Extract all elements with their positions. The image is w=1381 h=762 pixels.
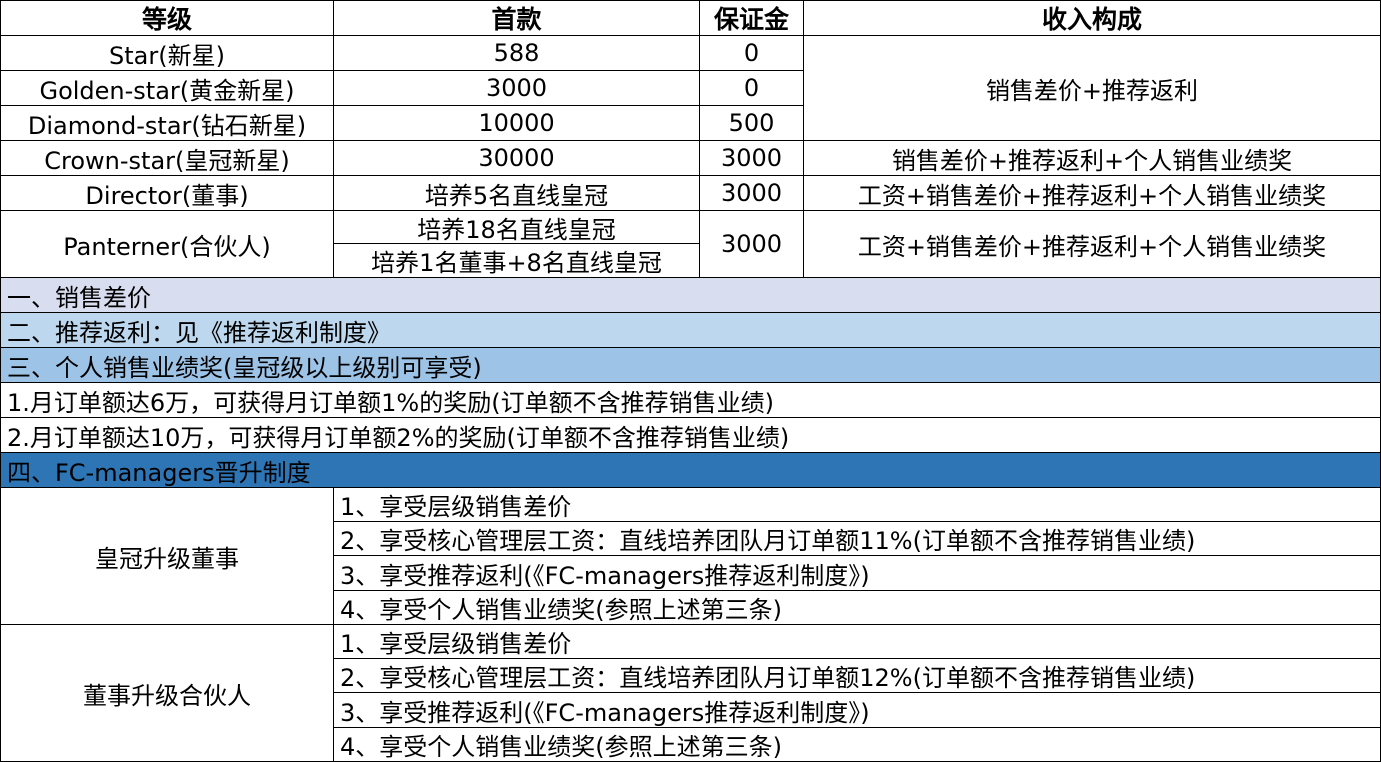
- tier-name-partner: Panterner(合伙人): [0, 211, 334, 278]
- section-2-title: 二、推荐返利：见《推荐返利制度》: [0, 313, 1381, 348]
- tier-deposit-partner: 3000: [700, 211, 804, 278]
- tier-name-crown-star: Crown-star(皇冠新星): [0, 141, 334, 176]
- section-1-title: 一、销售差价: [0, 278, 1381, 313]
- income-first-three: 销售差价+推荐返利: [804, 36, 1381, 141]
- income-director: 工资+销售差价+推荐返利+个人销售业绩奖: [804, 176, 1381, 211]
- tier-down-payment-partner-b: 培养1名董事+8名直线皇冠: [334, 244, 700, 278]
- promotion-item: 2、享受核心管理层工资：直线培养团队月订单额12%(订单额不含推荐销售业绩): [334, 659, 1381, 693]
- tier-deposit-diamond-star: 500: [700, 106, 804, 141]
- promotion-item: 1、享受层级销售差价: [334, 625, 1381, 659]
- promotion-item: 3、享受推荐返利(《FC-managers推荐返利制度》): [334, 556, 1381, 591]
- promotion-item: 4、享受个人销售业绩奖(参照上述第三条): [334, 728, 1381, 762]
- header-down-payment: 首款: [334, 0, 700, 36]
- promotion-item: 3、享受推荐返利(《FC-managers推荐返利制度》): [334, 693, 1381, 728]
- tier-deposit-golden-star: 0: [700, 71, 804, 106]
- tier-name-director: Director(董事): [0, 176, 334, 211]
- tier-down-payment-star: 588: [334, 36, 700, 71]
- income-partner: 工资+销售差价+推荐返利+个人销售业绩奖: [804, 211, 1381, 278]
- header-deposit: 保证金: [700, 0, 804, 36]
- header-level: 等级: [0, 0, 334, 36]
- header-income: 收入构成: [804, 0, 1381, 36]
- tier-down-payment-diamond-star: 10000: [334, 106, 700, 141]
- section-3-item: 1.月订单额达6万，可获得月订单额1%的奖励(订单额不含推荐销售业绩): [0, 383, 1381, 418]
- income-crown: 销售差价+推荐返利+个人销售业绩奖: [804, 141, 1381, 176]
- promotion-item: 1、享受层级销售差价: [334, 488, 1381, 522]
- tier-name-star: Star(新星): [0, 36, 334, 71]
- tier-deposit-star: 0: [700, 36, 804, 71]
- tier-down-payment-golden-star: 3000: [334, 71, 700, 106]
- tier-down-payment-crown-star: 30000: [334, 141, 700, 176]
- tier-down-payment-partner-a: 培养18名直线皇冠: [334, 211, 700, 244]
- promotion-item: 4、享受个人销售业绩奖(参照上述第三条): [334, 591, 1381, 625]
- promotion-title-director-to-partner: 董事升级合伙人: [0, 625, 334, 762]
- promotion-title-crown-to-director: 皇冠升级董事: [0, 488, 334, 625]
- section-3-title: 三、个人销售业绩奖(皇冠级以上级别可享受): [0, 348, 1381, 383]
- promotion-item: 2、享受核心管理层工资：直线培养团队月订单额11%(订单额不含推荐销售业绩): [334, 522, 1381, 556]
- tier-name-diamond-star: Diamond-star(钻石新星): [0, 106, 334, 141]
- tier-name-golden-star: Golden-star(黄金新星): [0, 71, 334, 106]
- section-3-item: 2.月订单额达10万，可获得月订单额2%的奖励(订单额不含推荐销售业绩): [0, 418, 1381, 453]
- tier-deposit-director: 3000: [700, 176, 804, 211]
- tier-down-payment-director: 培养5名直线皇冠: [334, 176, 700, 211]
- section-4-title: 四、FC-managers晋升制度: [0, 453, 1381, 488]
- tier-deposit-crown-star: 3000: [700, 141, 804, 176]
